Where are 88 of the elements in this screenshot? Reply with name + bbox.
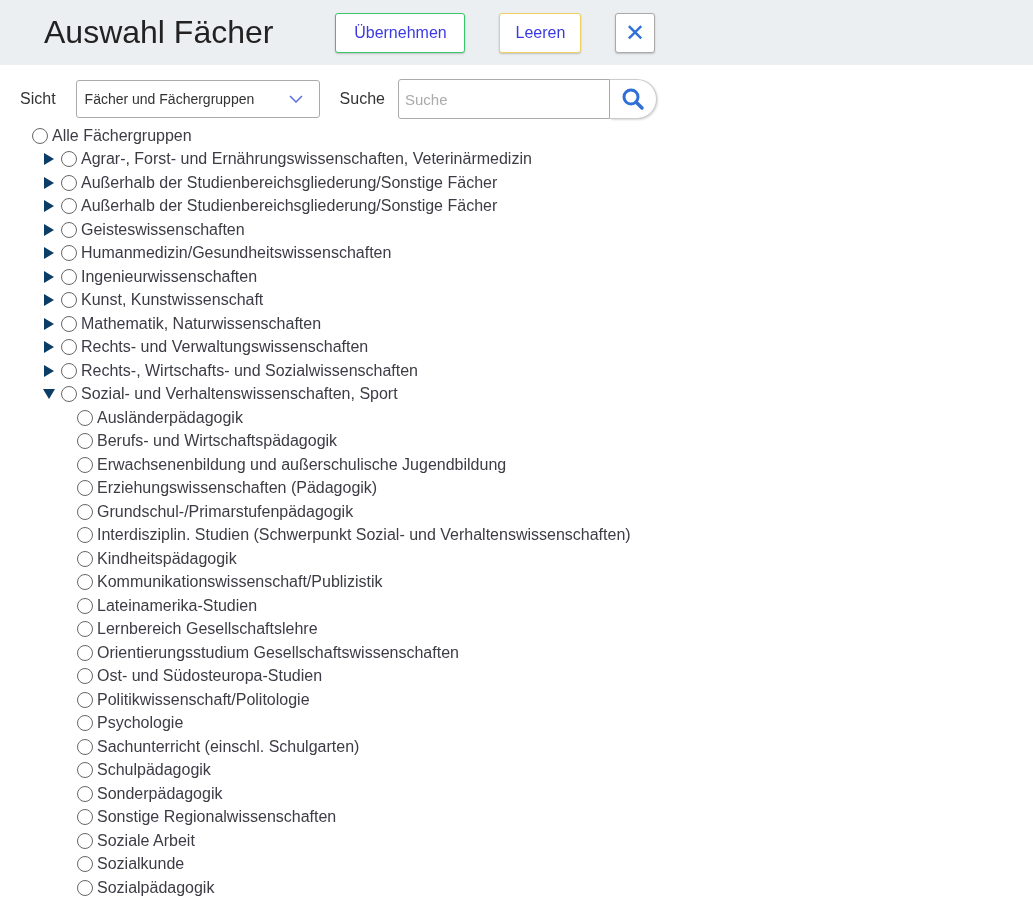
tree-item-label[interactable]: Ingenieurwissenschaften bbox=[81, 267, 258, 286]
radio-button[interactable] bbox=[61, 174, 77, 191]
tree-item-label[interactable]: Grundschul-/Primarstufenpädagogik bbox=[97, 502, 354, 521]
tree-item-label[interactable]: Erziehungswissenschaften (Pädagogik) bbox=[97, 479, 378, 498]
tree-item-label[interactable]: Rechts-, Wirtschafts- und Sozialwissenschaften bbox=[81, 361, 418, 380]
expand-toggle-icon[interactable] bbox=[43, 153, 55, 166]
tree-item-label[interactable]: Lateinamerika-Studien bbox=[97, 596, 258, 615]
radio-button[interactable] bbox=[77, 785, 93, 802]
tree-item-label[interactable]: Sozial- und Verhaltenswissenschaften, Sport bbox=[81, 385, 398, 404]
expand-toggle-icon[interactable] bbox=[43, 294, 55, 307]
radio-button[interactable] bbox=[61, 198, 77, 215]
search-icon bbox=[620, 87, 645, 111]
tree-item-label[interactable]: Kindheitspädagogik bbox=[97, 549, 237, 568]
radio-button[interactable] bbox=[77, 715, 93, 732]
search-label: Suche bbox=[339, 90, 385, 108]
tree-item-label[interactable]: Sozialpädagogik bbox=[97, 878, 215, 897]
expand-toggle-icon[interactable] bbox=[43, 364, 55, 377]
radio-button[interactable] bbox=[77, 856, 93, 873]
tree-item-label[interactable]: Kunst, Kunstwissenschaft bbox=[81, 291, 264, 310]
expand-toggle-icon[interactable] bbox=[43, 341, 55, 354]
tree-item-label[interactable]: Schulpädagogik bbox=[97, 761, 211, 780]
apply-button[interactable]: Übernehmen bbox=[335, 12, 466, 53]
tree-item-label[interactable]: Außerhalb der Studienbereichsgliederung/Sonstige Fächer bbox=[81, 173, 498, 192]
tree-item-label[interactable]: Außerhalb der Studienbereichsgliederung/Sonstige Fächer bbox=[81, 197, 498, 216]
tree-item-label[interactable]: Mathematik, Naturwissenschaften bbox=[81, 314, 322, 333]
search-button[interactable] bbox=[609, 79, 657, 119]
radio-button[interactable] bbox=[77, 879, 93, 896]
expand-toggle-icon[interactable] bbox=[43, 223, 55, 236]
radio-button[interactable] bbox=[77, 809, 93, 826]
tree-item-label[interactable]: Psychologie bbox=[97, 714, 184, 733]
radio-button[interactable] bbox=[61, 339, 77, 356]
radio-button[interactable] bbox=[77, 409, 93, 426]
collapse-toggle-icon[interactable] bbox=[43, 388, 55, 401]
radio-button[interactable] bbox=[77, 433, 93, 450]
expand-toggle-icon[interactable] bbox=[43, 247, 55, 260]
clear-button[interactable]: Leeren bbox=[499, 12, 582, 53]
radio-button[interactable] bbox=[77, 738, 93, 755]
expand-toggle-icon[interactable] bbox=[43, 317, 55, 330]
dialog-title: Auswahl Fächer bbox=[44, 14, 274, 51]
tree-item-label[interactable]: Sachunterricht (einschl. Schulgarten) bbox=[97, 737, 360, 756]
radio-button[interactable] bbox=[77, 503, 93, 520]
radio-button[interactable] bbox=[61, 151, 77, 168]
view-label: Sicht bbox=[20, 90, 56, 108]
view-dropdown[interactable]: Fächer und Fächergruppen bbox=[75, 80, 320, 118]
radio-button[interactable] bbox=[77, 550, 93, 567]
tree-item-label[interactable]: Kommunikationswissenschaft/Publizistik bbox=[97, 573, 383, 592]
radio-button[interactable] bbox=[61, 315, 77, 332]
radio-button[interactable] bbox=[77, 691, 93, 708]
tree-item-label[interactable]: Sonderpädagogik bbox=[97, 784, 223, 803]
tree-item-label[interactable]: Agrar-, Forst- und Ernährungswissenschaften, Veterinärmedizin bbox=[81, 150, 532, 169]
radio-button[interactable] bbox=[61, 386, 77, 403]
radio-button[interactable] bbox=[77, 456, 93, 473]
radio-button[interactable] bbox=[77, 832, 93, 849]
radio-button[interactable] bbox=[77, 644, 93, 661]
tree-item-label[interactable]: Rechts- und Verwaltungswissenschaften bbox=[81, 338, 369, 357]
radio-button[interactable] bbox=[77, 621, 93, 638]
tree-item-label[interactable]: Lernbereich Gesellschaftslehre bbox=[97, 620, 318, 639]
tree-item-label[interactable]: Ausländerpädagogik bbox=[97, 408, 243, 427]
radio-button[interactable] bbox=[61, 245, 77, 262]
radio-button[interactable] bbox=[77, 574, 93, 591]
radio-button[interactable] bbox=[77, 668, 93, 685]
tree-item-label[interactable]: Geisteswissenschaften bbox=[81, 220, 245, 239]
radio-button[interactable] bbox=[32, 127, 48, 144]
radio-button[interactable] bbox=[77, 527, 93, 544]
chevron-down-icon bbox=[288, 95, 303, 103]
tree-item-label[interactable]: Interdisziplin. Studien (Schwerpunkt Sozial- und Verhaltenswissenschaften) bbox=[97, 526, 631, 545]
radio-button[interactable] bbox=[61, 362, 77, 379]
tree-item-label[interactable]: Alle Fächergruppen bbox=[52, 126, 192, 145]
radio-button[interactable] bbox=[61, 268, 77, 285]
expand-toggle-icon[interactable] bbox=[43, 200, 55, 213]
tree-item-label[interactable]: Erwachsenenbildung und außerschulische Jugendbildung bbox=[97, 455, 507, 474]
tree-item-label[interactable]: Soziale Arbeit bbox=[97, 831, 195, 850]
tree-item-label[interactable]: Orientierungsstudium Gesellschaftswissenschaften bbox=[97, 643, 459, 662]
radio-button[interactable] bbox=[77, 597, 93, 614]
radio-button[interactable] bbox=[61, 221, 77, 238]
expand-toggle-icon[interactable] bbox=[43, 176, 55, 189]
tree-item-label[interactable]: Sozialkunde bbox=[97, 855, 185, 874]
tree-item-label[interactable]: Ost- und Südosteuropa-Studien bbox=[97, 667, 323, 686]
close-button[interactable]: ✕ bbox=[615, 12, 656, 53]
radio-button[interactable] bbox=[61, 292, 77, 309]
tree-item-label[interactable]: Sonstige Regionalwissenschaften bbox=[97, 808, 337, 827]
tree-item-label[interactable]: Berufs- und Wirtschaftspädagogik bbox=[97, 432, 338, 451]
tree-item-label[interactable]: Humanmedizin/Gesundheitswissenschaften bbox=[81, 244, 392, 263]
radio-button[interactable] bbox=[77, 480, 93, 497]
search-field[interactable]: Suche bbox=[397, 79, 610, 119]
radio-button[interactable] bbox=[77, 762, 93, 779]
tree-item-label[interactable]: Politikwissenschaft/Politologie bbox=[97, 690, 310, 709]
expand-toggle-icon[interactable] bbox=[43, 270, 55, 283]
